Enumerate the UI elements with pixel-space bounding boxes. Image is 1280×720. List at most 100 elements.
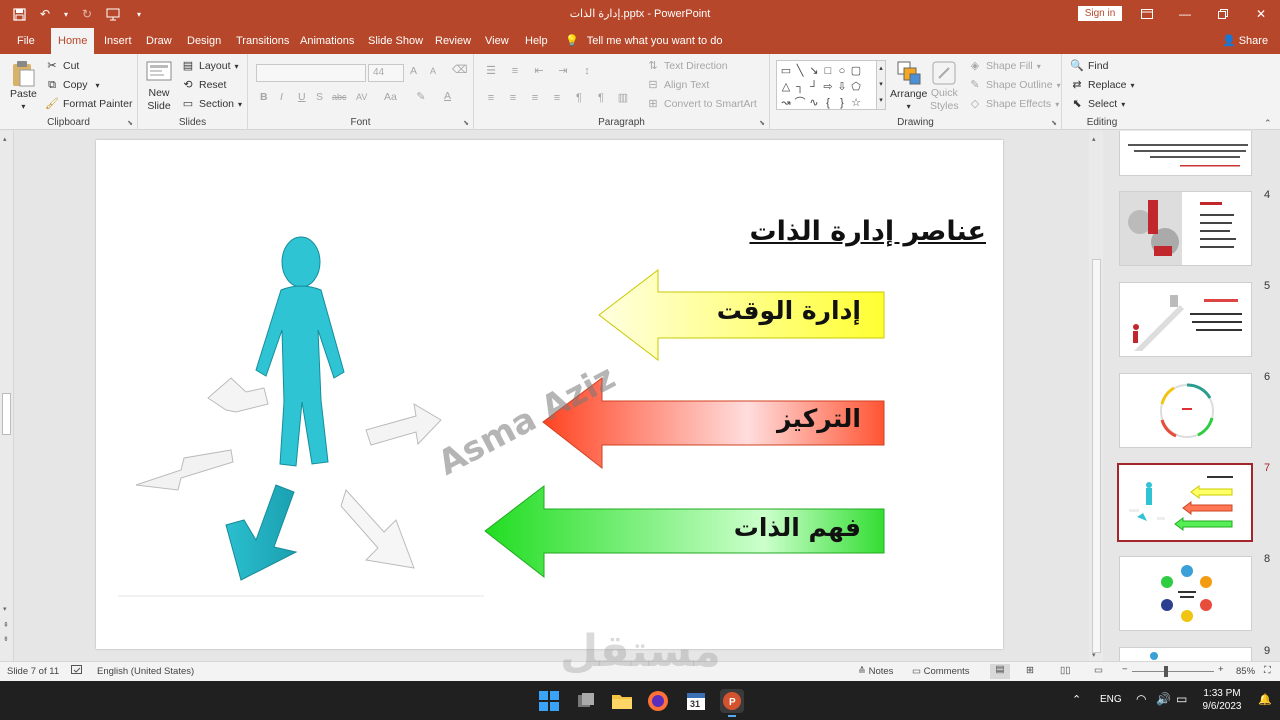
arrow-line-shape-icon[interactable]: ↘ xyxy=(807,64,821,78)
justify-icon[interactable]: ≡ xyxy=(550,91,564,105)
line-spacing-icon[interactable]: ↕ xyxy=(580,64,594,78)
system-clock[interactable]: 1:33 PM 9/6/2023 xyxy=(1196,687,1248,713)
scroll-up-icon[interactable]: ▴ xyxy=(3,135,7,143)
shapes-gallery-scroll[interactable]: ▴ ▾ ▾ xyxy=(876,60,886,110)
slide-show-icon[interactable]: ▭ xyxy=(1094,665,1103,676)
columns-icon[interactable]: ▥ xyxy=(616,91,630,105)
restore-icon[interactable] xyxy=(1204,0,1242,28)
convert-smartart-button[interactable]: ⊞ Convert to SmartArt xyxy=(646,97,756,111)
tab-file[interactable]: File xyxy=(10,28,42,54)
arrow-label-time-management[interactable]: إدارة الوقت xyxy=(696,296,861,325)
oval-shape-icon[interactable]: ○ xyxy=(835,64,849,78)
drawing-launcher-icon[interactable]: ⬊ xyxy=(1051,119,1057,127)
left-brace-shape-icon[interactable]: { xyxy=(821,96,835,110)
textbox-shape-icon[interactable]: ▭ xyxy=(779,64,793,78)
notes-button[interactable]: ≙ Notes xyxy=(858,666,893,677)
calendar-icon[interactable]: 31 xyxy=(684,689,708,713)
bold-button[interactable]: B xyxy=(260,91,268,103)
rounded-rect-shape-icon[interactable]: ▢ xyxy=(849,64,863,78)
shrink-font-button[interactable]: A xyxy=(430,66,436,76)
comments-button[interactable]: ▭ Comments xyxy=(912,666,970,677)
slide-sorter-icon[interactable]: ⊞ xyxy=(1026,665,1034,676)
underline-button[interactable]: U xyxy=(298,91,306,103)
tell-me-search[interactable]: 💡 Tell me what you want to do xyxy=(565,28,722,54)
slide-title[interactable]: عناصر إدارة الذات xyxy=(656,216,986,247)
battery-icon[interactable]: ▭ xyxy=(1176,692,1187,706)
align-text-button[interactable]: ⊟ Align Text xyxy=(646,78,709,92)
strikethrough-button[interactable]: abc xyxy=(332,92,347,102)
layout-button[interactable]: ▤ Layout ▾ xyxy=(181,59,239,73)
scroll-up-icon[interactable]: ▴ xyxy=(1092,135,1096,143)
align-left-icon[interactable]: ≡ xyxy=(484,91,498,105)
ribbon-display-options-icon[interactable] xyxy=(1128,0,1166,28)
align-center-icon[interactable]: ≡ xyxy=(506,91,520,105)
pentagon-shape-icon[interactable]: ⬠ xyxy=(849,80,863,94)
windows-start-icon[interactable] xyxy=(537,689,561,713)
change-case-button[interactable]: Aa xyxy=(384,91,397,103)
triangle-shape-icon[interactable]: △ xyxy=(779,80,793,94)
fit-to-window-icon[interactable]: ⛶ xyxy=(1264,665,1271,676)
paragraph-launcher-icon[interactable]: ⬊ xyxy=(759,119,765,127)
font-launcher-icon[interactable]: ⬊ xyxy=(463,119,469,127)
previous-slide-icon[interactable]: ⇞ xyxy=(3,621,9,629)
arc-shape-icon[interactable]: ⌒ xyxy=(793,96,807,110)
replace-button[interactable]: ⇄ Replace ▾ xyxy=(1070,78,1134,92)
sign-in-button[interactable]: Sign in xyxy=(1078,6,1122,21)
character-spacing-button[interactable]: AV xyxy=(356,92,367,102)
connector-shape-icon[interactable]: ┘ xyxy=(807,80,821,94)
clear-formatting-button[interactable]: ⌫ xyxy=(452,63,468,77)
quick-styles-button[interactable]: Quick Styles xyxy=(930,60,959,112)
normal-view-icon[interactable]: ▤ xyxy=(990,664,1010,679)
bullets-icon[interactable]: ☰ xyxy=(484,64,498,78)
new-slide-button[interactable]: New Slide xyxy=(146,60,172,112)
firefox-icon[interactable] xyxy=(646,689,670,713)
select-button[interactable]: ⬉ Select ▾ xyxy=(1070,97,1125,111)
tab-view[interactable]: View xyxy=(478,28,516,54)
rectangle-shape-icon[interactable]: □ xyxy=(821,64,835,78)
present-from-beginning-icon[interactable] xyxy=(104,5,122,23)
language-indicator[interactable]: English (United States) xyxy=(97,666,194,677)
paste-button[interactable]: Paste ▾ xyxy=(10,60,37,111)
tab-home[interactable]: Home xyxy=(51,28,95,54)
ltr-icon[interactable]: ¶ xyxy=(572,91,586,105)
thumbnail-slide-9[interactable] xyxy=(1119,647,1252,661)
tab-review[interactable]: Review xyxy=(428,28,478,54)
numbering-icon[interactable]: ≡ xyxy=(508,64,522,78)
save-icon[interactable] xyxy=(10,5,28,23)
line-shape-icon[interactable]: ╲ xyxy=(793,64,807,78)
undo-icon[interactable]: ↶ xyxy=(36,5,54,23)
scroll-thumb[interactable] xyxy=(1092,259,1101,653)
minimize-icon[interactable]: — xyxy=(1166,0,1204,28)
wave-shape-icon[interactable]: ∿ xyxy=(807,96,821,110)
scroll-down-icon[interactable]: ▾ xyxy=(3,605,7,613)
down-arrow-shape-icon[interactable]: ⇩ xyxy=(835,80,849,94)
tab-transitions[interactable]: Transitions xyxy=(229,28,296,54)
editor-right-scrollbar[interactable]: ▴ ▾ xyxy=(1089,131,1103,661)
find-button[interactable]: 🔍 Find xyxy=(1070,59,1108,73)
customize-quick-access-icon[interactable]: ▾ xyxy=(130,5,148,23)
shapes-gallery[interactable]: ▭ ╲ ↘ □ ○ ▢ △ ┐ ┘ ⇨ ⇩ ⬠ ↝ ⌒ ∿{} ☆ xyxy=(776,60,886,110)
text-direction-button[interactable]: ⇅ Text Direction xyxy=(646,59,727,73)
shape-effects-button[interactable]: ◇ Shape Effects ▾ xyxy=(968,97,1059,111)
thumbnail-slide-5[interactable] xyxy=(1119,282,1252,357)
zoom-slider-track[interactable] xyxy=(1132,671,1214,672)
elbow-shape-icon[interactable]: ┐ xyxy=(793,80,807,94)
scroll-thumb[interactable] xyxy=(2,393,11,435)
arrow-label-self-understanding[interactable]: فهم الذات xyxy=(696,513,861,542)
star-shape-icon[interactable]: ☆ xyxy=(849,96,863,110)
left-scrollbar[interactable]: ▴ ▾ ⇞ ⇟ xyxy=(0,131,14,661)
tab-help[interactable]: Help xyxy=(518,28,555,54)
shape-outline-button[interactable]: ✎ Shape Outline ▾ xyxy=(968,78,1060,92)
input-language[interactable]: ENG xyxy=(1100,694,1122,705)
arrange-button[interactable]: Arrange ▾ xyxy=(890,60,927,111)
zoom-slider-thumb[interactable] xyxy=(1164,666,1168,677)
wifi-icon[interactable]: ◠ xyxy=(1136,692,1146,706)
thumbnail-slide-3[interactable] xyxy=(1119,131,1252,176)
zoom-out-button[interactable]: − xyxy=(1122,664,1128,675)
thumbnail-slide-7[interactable] xyxy=(1117,463,1253,542)
spell-check-icon[interactable] xyxy=(71,665,83,679)
tab-design[interactable]: Design xyxy=(180,28,228,54)
tab-insert[interactable]: Insert xyxy=(97,28,139,54)
redo-icon[interactable]: ↻ xyxy=(78,5,96,23)
tab-draw[interactable]: Draw xyxy=(139,28,179,54)
